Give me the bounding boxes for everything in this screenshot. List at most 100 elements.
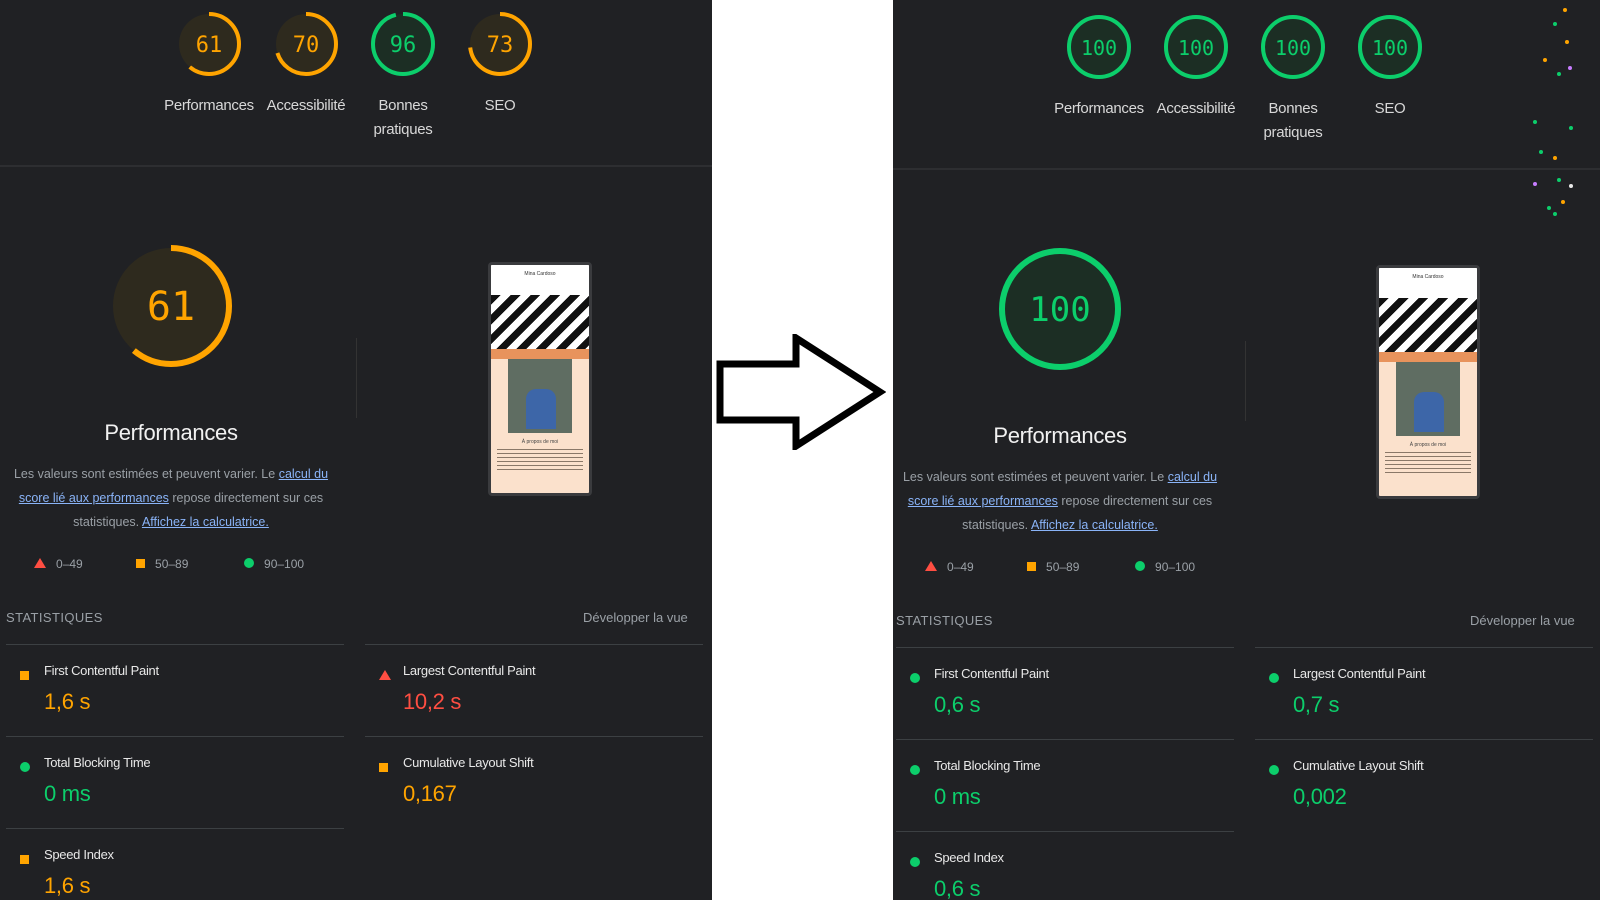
average-square-icon: [20, 851, 32, 864]
gauge-label: Performances: [1054, 100, 1144, 117]
gauge-score: 70: [293, 33, 320, 58]
page-screenshot-thumbnail[interactable]: Mina Cardoso À propos de moi: [1376, 265, 1480, 499]
confetti-dot: [1547, 206, 1551, 210]
thumbnail-photo: [508, 359, 572, 433]
metric-name: Cumulative Layout Shift: [1293, 758, 1424, 773]
metric-name: Speed Index: [44, 847, 114, 862]
metric-value: 0 ms: [44, 781, 91, 806]
performance-score: 61: [147, 284, 195, 330]
category-gauges: 61 Performances 70 Accessibilité 96 Bonn…: [0, 6, 712, 166]
thumbnail-photo: [1396, 362, 1460, 436]
metric-name: First Contentful Paint: [934, 666, 1049, 681]
metric-speed-index: Speed Index 1,6 s: [6, 828, 344, 900]
confetti-dot: [1553, 212, 1557, 216]
performance-main-gauge: 100: [999, 248, 1121, 370]
confetti-dot: [1533, 182, 1537, 186]
gauge-seo[interactable]: 100 SEO: [1342, 9, 1438, 121]
metric-largest-contentful-paint: Largest Contentful Paint 10,2 s: [365, 644, 703, 737]
performance-score: 100: [1029, 290, 1090, 330]
divider: [893, 168, 1600, 170]
gauge-label: SEO: [1374, 100, 1406, 117]
metric-cumulative-layout-shift: Cumulative Layout Shift 0,167: [365, 736, 703, 829]
metric-speed-index: Speed Index 0,6 s: [896, 831, 1234, 900]
gauge-label: SEO: [484, 97, 516, 114]
score-legend: 0–49 50–89 90–100: [925, 560, 1225, 576]
gauge-score: 61: [196, 33, 223, 58]
confetti-dot: [1553, 156, 1557, 160]
divider: [0, 165, 712, 167]
statistics-heading: STATISTIQUES: [6, 610, 103, 625]
metric-name: Speed Index: [934, 850, 1004, 865]
gauge-score: 100: [1178, 36, 1214, 60]
expand-view-toggle[interactable]: Développer la vue: [1470, 613, 1575, 628]
metric-first-contentful-paint: First Contentful Paint 0,6 s: [896, 647, 1234, 740]
metric-first-contentful-paint: First Contentful Paint 1,6 s: [6, 644, 344, 737]
confetti-dot: [1553, 22, 1557, 26]
metric-value: 0,6 s: [934, 876, 981, 900]
fail-triangle-icon: [379, 667, 391, 680]
gauge-best-practices[interactable]: 100 Bonnes pratiques: [1245, 9, 1341, 145]
calculator-link[interactable]: Affichez la calculatrice.: [142, 515, 269, 529]
confetti-dot: [1569, 184, 1573, 188]
calculator-link[interactable]: Affichez la calculatrice.: [1031, 518, 1158, 532]
statistics-heading: STATISTIQUES: [896, 613, 993, 628]
gauge-label: Bonnes pratiques: [1263, 100, 1323, 141]
performance-title: Performances: [104, 420, 238, 445]
category-gauges: 100 Performances 100 Accessibilité 100 B…: [893, 9, 1600, 169]
performance-description: Les valeurs sont estimées et peuvent var…: [902, 470, 1218, 532]
gauge-accessibility[interactable]: 100 Accessibilité: [1148, 9, 1244, 121]
pass-circle-icon: [244, 558, 254, 568]
expand-view-toggle[interactable]: Développer la vue: [583, 610, 688, 625]
metric-value: 0 ms: [934, 784, 981, 809]
thumbnail-header: Mina Cardoso: [491, 265, 589, 295]
performance-main-gauge: 61: [110, 245, 232, 367]
separator: [356, 338, 357, 418]
fail-triangle-icon: [34, 558, 46, 568]
pass-circle-icon: [1135, 561, 1145, 571]
average-square-icon: [136, 559, 145, 568]
thumbnail-caption: À propos de moi: [521, 439, 559, 445]
gauge-score: 100: [1275, 36, 1311, 60]
pass-circle-icon: [1269, 762, 1281, 775]
lighthouse-report-before: 61 Performances 70 Accessibilité 96 Bonn…: [0, 0, 712, 900]
gauge-ring: 100: [1067, 15, 1131, 79]
gauge-ring: 100: [1261, 15, 1325, 79]
performance-title: Performances: [993, 423, 1127, 448]
gauge-score: 96: [390, 33, 417, 58]
confetti-dot: [1533, 120, 1537, 124]
pass-circle-icon: [20, 759, 32, 772]
separator: [1245, 341, 1246, 421]
metric-name: Largest Contentful Paint: [1293, 666, 1426, 681]
performance-description: Les valeurs sont estimées et peuvent var…: [13, 467, 329, 529]
metric-total-blocking-time: Total Blocking Time 0 ms: [6, 736, 344, 829]
page-screenshot-thumbnail[interactable]: Mina Cardoso À propos de moi: [488, 262, 592, 496]
gauge-accessibility[interactable]: 70 Accessibilité: [258, 6, 354, 118]
metric-value: 0,6 s: [934, 692, 981, 717]
pass-circle-icon: [910, 854, 922, 867]
metric-largest-contentful-paint: Largest Contentful Paint 0,7 s: [1255, 647, 1593, 740]
gauge-performance[interactable]: 100 Performances: [1051, 9, 1147, 121]
metric-total-blocking-time: Total Blocking Time 0 ms: [896, 739, 1234, 832]
metric-cumulative-layout-shift: Cumulative Layout Shift 0,002: [1255, 739, 1593, 832]
gauge-best-practices[interactable]: 96 Bonnes pratiques: [355, 6, 451, 142]
metric-value: 0,167: [403, 781, 457, 806]
gauge-seo[interactable]: 73 SEO: [452, 6, 548, 118]
metric-name: Total Blocking Time: [44, 755, 151, 770]
gauge-label: Accessibilité: [1156, 100, 1236, 117]
pass-circle-icon: [910, 762, 922, 775]
gauge-performance[interactable]: 61 Performances: [161, 6, 257, 118]
metric-value: 0,7 s: [1293, 692, 1340, 717]
confetti-dot: [1563, 8, 1567, 12]
average-square-icon: [379, 759, 391, 772]
average-square-icon: [20, 667, 32, 680]
gauge-ring: 96: [371, 12, 435, 76]
metric-value: 1,6 s: [44, 689, 91, 714]
gauge-ring: 100: [1358, 15, 1422, 79]
confetti-dot: [1568, 66, 1572, 70]
confetti-dot: [1557, 72, 1561, 76]
metric-name: Largest Contentful Paint: [403, 663, 536, 678]
confetti-dot: [1539, 150, 1543, 154]
gauge-score: 100: [1372, 36, 1408, 60]
right-arrow-icon: [716, 334, 886, 450]
thumbnail-header: Mina Cardoso: [1379, 268, 1477, 298]
